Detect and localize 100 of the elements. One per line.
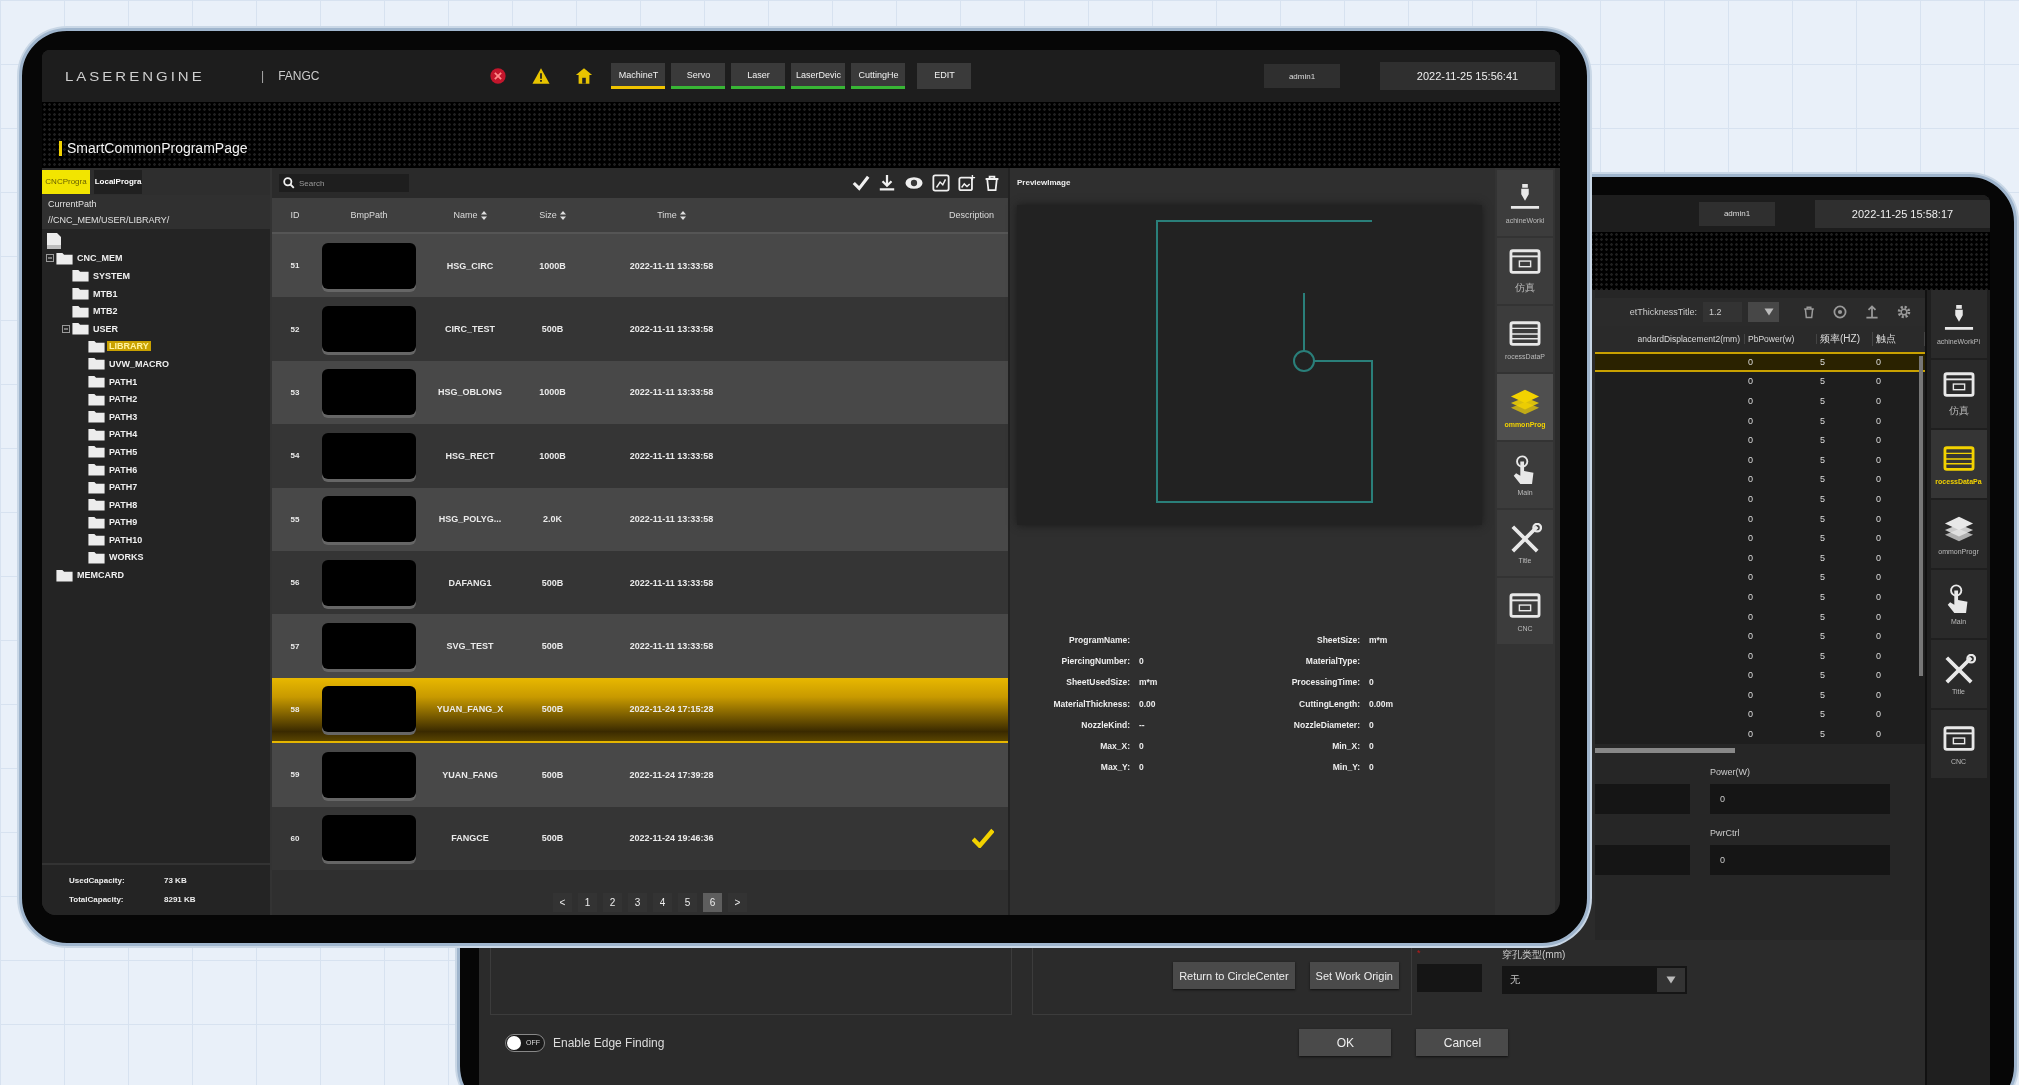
home-icon[interactable] (575, 67, 594, 85)
dropdown-button[interactable] (1747, 302, 1779, 322)
error-icon[interactable] (489, 67, 508, 85)
window-icon[interactable] (1941, 370, 1976, 400)
table-row[interactable]: 0 5 0 (1595, 645, 1925, 666)
table-row[interactable]: 51 HSG_CIRC 1000B 2022-11-11 13:33:58 (272, 234, 1008, 298)
trash-icon[interactable] (1803, 305, 1815, 319)
tree-item[interactable]: MEMCARD (75, 570, 126, 581)
table-row[interactable]: 52 CIRC_TEST 500B 2022-11-11 13:33:58 (272, 297, 1008, 361)
tab[interactable]: CNCProgra (42, 169, 90, 194)
image-icon[interactable] (932, 174, 950, 192)
table-row[interactable]: 0 5 0 (1595, 704, 1925, 725)
upload-icon[interactable] (1865, 305, 1879, 319)
module-tab[interactable]: LaserDevic (791, 63, 846, 89)
tree-item[interactable]: MTB1 (91, 288, 120, 299)
dialog-button[interactable]: Cancel (1416, 1029, 1509, 1056)
table-row[interactable]: 0 5 0 (1595, 567, 1925, 588)
module-tab[interactable]: Servo (671, 63, 726, 89)
tree-item[interactable]: PATH9 (107, 517, 140, 528)
table-row[interactable]: 55 HSG_POLYG... 2.0K 2022-11-11 13:33:58 (272, 487, 1008, 551)
dropdown-field[interactable]: 无 (1502, 966, 1687, 994)
table-row[interactable]: 0 5 0 (1595, 528, 1925, 548)
user-label[interactable]: admin1 (1699, 201, 1775, 226)
page-button[interactable]: 5 (678, 893, 697, 912)
tree-item[interactable]: PATH6 (107, 464, 140, 475)
action-button[interactable]: Return to CircleCenter (1173, 962, 1295, 989)
table-row[interactable]: 0 5 0 (1595, 685, 1925, 705)
table-row[interactable]: 0 5 0 (1595, 606, 1925, 627)
action-button[interactable]: Set Work Origin (1309, 962, 1399, 989)
window-icon[interactable] (1508, 590, 1542, 621)
table-row[interactable]: 60 FANGCE 500B 2022-11-24 19:46:36 (272, 806, 1008, 870)
table-row[interactable]: 0 5 0 (1595, 665, 1925, 686)
tree-item[interactable]: PATH7 (107, 482, 140, 493)
table-row[interactable]: 0 5 0 (1595, 469, 1925, 490)
table-row[interactable]: 0 5 0 (1595, 626, 1925, 646)
tab[interactable]: LocalProgra (94, 169, 142, 194)
page-button[interactable]: 2 (603, 893, 622, 912)
table-row[interactable]: 56 DAFANG1 500B 2022-11-11 13:33:58 (272, 550, 1008, 615)
tree-item[interactable]: MTB2 (91, 306, 120, 317)
collapse-icon[interactable] (62, 324, 70, 333)
table-row[interactable]: 58 YUAN_FANG_X 500B 2022-11-24 17:15:28 (272, 677, 1008, 744)
tree-item[interactable]: PATH8 (107, 499, 140, 510)
page-button[interactable]: 4 (653, 893, 672, 912)
page-button[interactable]: 1 (578, 893, 597, 912)
table-row[interactable]: 59 YUAN_FANG 500B 2022-11-24 17:39:28 (272, 743, 1008, 807)
table-row[interactable]: 0 5 0 (1595, 724, 1925, 744)
input-field[interactable]: 0 (1710, 844, 1890, 875)
column-header[interactable]: Size (520, 210, 585, 220)
search-field[interactable]: Search (279, 174, 409, 192)
table-row[interactable]: 0 5 0 (1595, 587, 1925, 607)
nav-button[interactable]: 仿真 (1930, 360, 1987, 428)
table-row[interactable]: 57 SVG_TEST 500B 2022-11-11 13:33:58 (272, 614, 1008, 678)
nav-button[interactable]: 仿真 (1497, 238, 1553, 304)
table-row[interactable]: 0 5 0 (1595, 449, 1925, 470)
previous-page-button[interactable]: < (553, 893, 572, 912)
table-row[interactable]: 0 5 0 (1595, 410, 1925, 431)
dialog-button[interactable]: OK (1299, 1029, 1392, 1056)
tree-item[interactable]: PATH10 (107, 534, 145, 545)
column-header[interactable]: Name (420, 210, 520, 220)
tree-item[interactable]: PATH1 (107, 376, 140, 387)
sort-icon[interactable] (559, 210, 566, 220)
tree-item[interactable]: CNC_MEM (75, 253, 125, 264)
table-row[interactable]: 0 5 0 (1595, 547, 1925, 568)
download-icon[interactable] (878, 174, 896, 192)
table-row[interactable]: 0 5 0 (1595, 508, 1925, 529)
tree-item[interactable]: PATH2 (107, 394, 140, 405)
table-row[interactable]: 0 5 0 (1595, 371, 1925, 392)
settings-icon[interactable] (1897, 305, 1911, 319)
warning-icon[interactable] (531, 67, 552, 85)
module-tab[interactable]: CuttingHe (851, 63, 906, 89)
sort-icon[interactable] (679, 210, 686, 220)
eye-icon[interactable] (904, 174, 924, 192)
user-label[interactable]: admin1 (1264, 64, 1340, 88)
tree-item[interactable]: WORKS (107, 552, 146, 563)
module-tab[interactable]: Laser (731, 63, 786, 89)
tree-item[interactable]: SYSTEM (91, 271, 132, 281)
next-page-button[interactable]: > (728, 893, 747, 912)
tree-item[interactable]: PATH4 (107, 429, 140, 440)
drive-icon[interactable] (46, 231, 62, 250)
table-icon[interactable] (1941, 443, 1976, 474)
page-button[interactable]: 6 (703, 893, 722, 912)
window-icon[interactable] (1941, 723, 1976, 754)
table-row[interactable]: 0 5 0 (1595, 352, 1925, 372)
sort-icon[interactable] (480, 210, 487, 220)
thickness-field[interactable]: 1.2 (1702, 302, 1742, 322)
scrollbar[interactable] (1595, 747, 1735, 753)
tree-item[interactable]: PATH5 (107, 446, 140, 457)
check-icon[interactable] (852, 174, 870, 192)
tree-item[interactable]: PATH3 (107, 411, 140, 422)
table-row[interactable]: 0 5 0 (1595, 489, 1925, 509)
column-header[interactable]: Time (585, 210, 758, 220)
window-icon[interactable] (1508, 247, 1542, 277)
input-field[interactable]: 0 (1710, 783, 1890, 814)
table-row[interactable]: 53 HSG_OBLONG 1000B 2022-11-11 13:33:58 (272, 360, 1008, 425)
table-icon[interactable] (1508, 318, 1542, 349)
collapse-icon[interactable] (46, 254, 54, 263)
tree-item[interactable]: UVW_MACRO (107, 358, 171, 369)
target-icon[interactable] (1833, 305, 1847, 319)
module-tab[interactable]: MachineT (611, 63, 666, 89)
table-row[interactable]: 0 5 0 (1595, 391, 1925, 411)
